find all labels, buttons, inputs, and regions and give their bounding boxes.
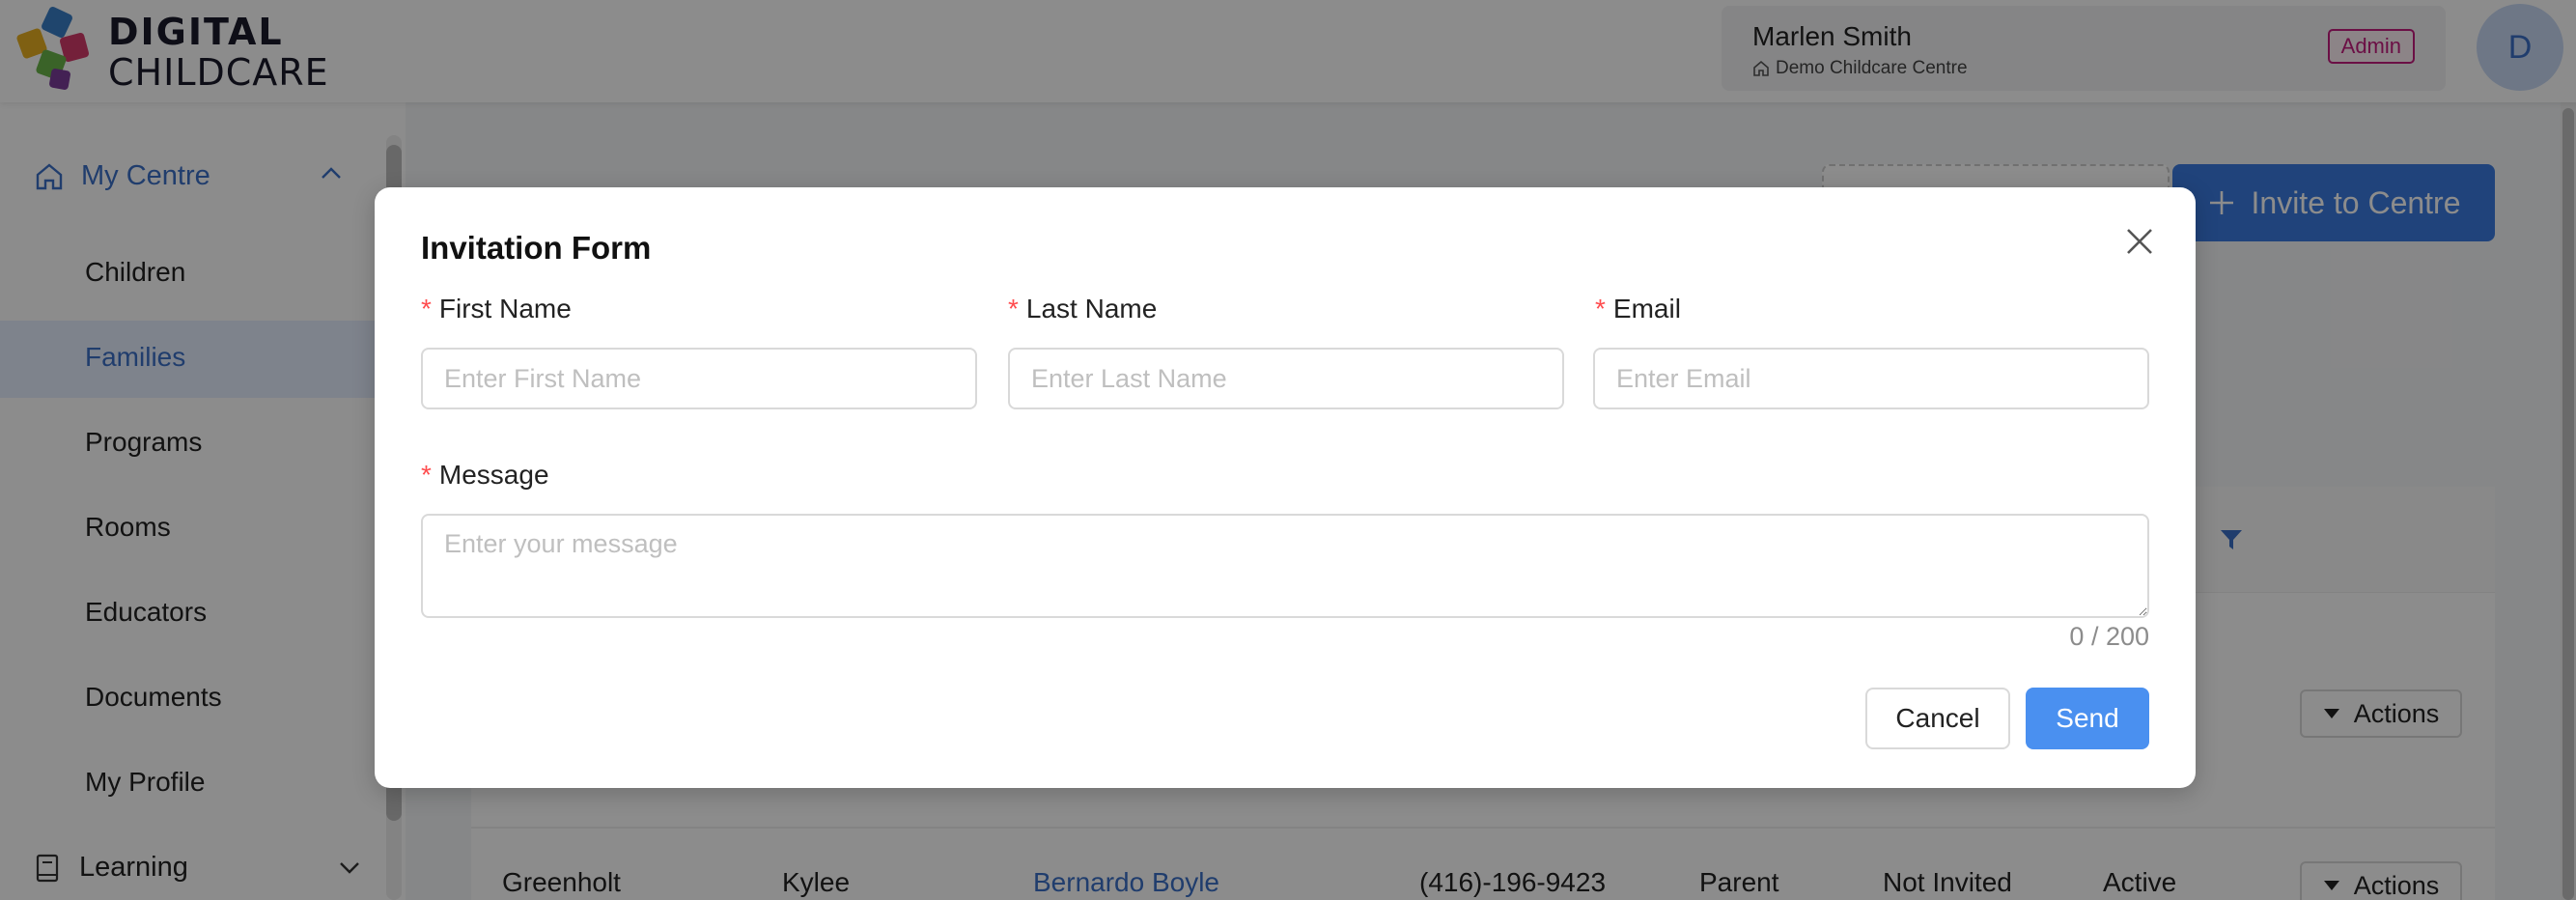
last-name-label: * Last Name: [1008, 294, 1157, 324]
required-marker: *: [421, 294, 432, 323]
required-marker: *: [421, 460, 432, 490]
cancel-button[interactable]: Cancel: [1865, 688, 2010, 749]
last-name-label-text: Last Name: [1025, 294, 1158, 323]
invitation-modal: Invitation Form *First Name *Last Name *…: [375, 187, 2196, 788]
required-marker: *: [1008, 294, 1019, 323]
close-icon[interactable]: [2122, 224, 2157, 259]
first-name-label: * First Name: [421, 294, 572, 324]
required-marker: *: [1595, 294, 1606, 323]
message-textarea[interactable]: [421, 514, 2149, 618]
message-label: * Message: [421, 460, 549, 491]
email-label: * Email: [1595, 294, 1681, 324]
message-label-text: Message: [438, 460, 549, 490]
last-name-input[interactable]: [1008, 348, 1564, 409]
modal-title: Invitation Form: [421, 230, 652, 266]
email-label-text: Email: [1612, 294, 1681, 323]
first-name-label-text: First Name: [438, 294, 572, 323]
send-button[interactable]: Send: [2026, 688, 2149, 749]
first-name-input[interactable]: [421, 348, 977, 409]
email-input[interactable]: [1593, 348, 2149, 409]
character-counter: 0 / 200: [2069, 622, 2149, 651]
